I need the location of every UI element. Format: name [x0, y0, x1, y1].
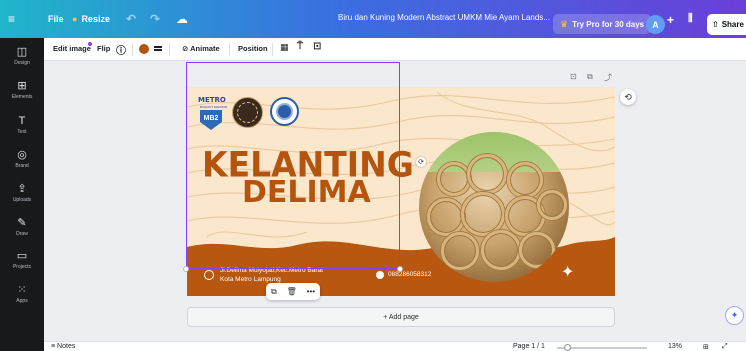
rotate-handle-icon[interactable]: ⟳: [416, 157, 426, 167]
phone-number[interactable]: 088286058312: [388, 271, 431, 278]
add-page-button[interactable]: + Add page: [187, 307, 615, 327]
border-style-icon[interactable]: [154, 46, 162, 52]
page-indicator[interactable]: Page 1 / 1: [513, 343, 545, 350]
flip-button[interactable]: Flip: [97, 44, 110, 53]
sidebar-item-label: Draw: [16, 231, 28, 237]
bar-chart-icon: ⫼: [688, 13, 693, 24]
lock-page-icon[interactable]: ⊡: [570, 72, 577, 81]
share-label: Share: [721, 20, 744, 29]
trash-icon[interactable]: 🗑: [287, 287, 297, 296]
sidebar-item-uploads[interactable]: ⇪ Uploads: [0, 183, 44, 203]
try-pro-button[interactable]: ♛ Try Pro for 30 days: [553, 14, 652, 34]
whatsapp-icon: [376, 271, 384, 279]
sidebar-item-label: Design: [14, 60, 30, 66]
plus-icon: +: [667, 13, 675, 27]
resize-handle[interactable]: [397, 266, 403, 272]
zoom-slider-thumb[interactable]: [564, 344, 571, 351]
crown-icon: ♛: [560, 18, 569, 29]
sidebar-item-label: Projects: [12, 264, 32, 270]
floating-toolbar: ⧉ 🗑 •••: [266, 283, 320, 300]
sidebar-item-draw[interactable]: ✎ Draw: [0, 217, 44, 237]
transparency-icon[interactable]: ▦: [280, 42, 289, 53]
animate-icon: ⊘: [182, 44, 189, 53]
position-button[interactable]: Position: [238, 44, 268, 53]
document-title[interactable]: Biru dan Kuning Modern Abstract UMKM Mie…: [338, 13, 550, 22]
brand-icon: ◎: [17, 149, 27, 161]
sidebar-item-brand[interactable]: ◎ Brand: [0, 149, 44, 169]
lock-icon[interactable]: ⊡: [313, 41, 321, 52]
top-bar: ≡ File ● Resize ↶ ↷ ☁ Biru dan Kuning Mo…: [0, 0, 746, 38]
more-icon[interactable]: •••: [307, 287, 315, 296]
sidebar-item-label: Apps: [16, 298, 28, 304]
notes-button[interactable]: ≡ Notes: [51, 343, 75, 350]
cloud-save-button[interactable]: ☁: [176, 12, 188, 26]
left-sidebar: ◫ Design ⊞ Elements T Text ◎ Brand ⇪ Upl…: [0, 38, 44, 351]
add-page-label: + Add page: [383, 313, 419, 321]
design-icon: ◫: [16, 46, 28, 58]
sidebar-item-elements[interactable]: ⊞ Elements: [0, 80, 44, 100]
sparkle-icon: ✦: [561, 264, 575, 281]
new-badge-dot: [88, 42, 92, 46]
menu-button[interactable]: ≡: [8, 12, 15, 26]
sidebar-item-label: Elements: [11, 94, 33, 100]
undo-button[interactable]: ↶: [126, 12, 136, 26]
divider: [169, 43, 170, 56]
address-line-2[interactable]: Kota Metro Lampung: [220, 276, 281, 283]
text-icon: T: [18, 115, 26, 127]
file-label: File: [48, 14, 64, 24]
file-menu[interactable]: File: [48, 14, 64, 24]
sidebar-item-label: Brand: [15, 163, 29, 169]
sidebar-item-label: Uploads: [12, 197, 32, 203]
divider: [272, 43, 273, 56]
upload-icon: ⇪: [17, 183, 27, 195]
animate-button[interactable]: ⊘ Animate: [182, 44, 220, 53]
context-toolbar: Edit image Flip ⓘ ⊘ Animate Position ▦ ⍑…: [44, 38, 746, 61]
sidebar-item-text[interactable]: T Text: [0, 115, 44, 135]
redo-button[interactable]: ↷: [150, 12, 160, 26]
divider: [132, 43, 133, 56]
avatar[interactable]: A: [646, 15, 665, 34]
refresh-icon[interactable]: ⟲: [620, 89, 636, 105]
cloud-icon: ☁: [176, 12, 188, 26]
sidebar-item-apps[interactable]: ⁙ Apps: [0, 284, 44, 304]
sidebar-item-design[interactable]: ◫ Design: [0, 46, 44, 66]
resize-label: Resize: [81, 14, 110, 24]
pencil-icon: ✎: [17, 217, 27, 229]
magic-assistant-icon[interactable]: ✦: [725, 306, 744, 325]
apps-grid-icon: ⁙: [17, 284, 27, 296]
duplicate-page-icon[interactable]: ⧉: [587, 72, 593, 82]
share-button[interactable]: ⇧ Share: [707, 14, 746, 35]
edit-image-button[interactable]: Edit image: [53, 44, 91, 53]
resize-button[interactable]: ● Resize: [72, 14, 110, 24]
zoom-level[interactable]: 13%: [668, 343, 682, 350]
try-pro-label: Try Pro for 30 days: [572, 19, 645, 29]
selection-box[interactable]: [186, 62, 400, 269]
sidebar-item-projects[interactable]: ▭ Projects: [0, 250, 44, 270]
share-icon: ⇧: [712, 20, 719, 29]
redo-icon: ↷: [150, 12, 161, 26]
folder-icon: ▭: [16, 250, 28, 262]
grid-view-icon[interactable]: ⊞: [703, 343, 709, 351]
sidebar-item-label: Text: [17, 129, 27, 135]
crown-icon: ●: [72, 14, 78, 24]
add-page-icon[interactable]: ⤴: [604, 72, 612, 83]
paint-format-icon[interactable]: ⍑: [297, 41, 303, 52]
divider: [229, 43, 230, 56]
color-swatch[interactable]: [139, 44, 149, 54]
status-bar: ≡ Notes Page 1 / 1 13% ⊞ ⤢: [44, 341, 746, 351]
animate-label: Animate: [190, 44, 220, 53]
notes-icon: ≡: [51, 343, 56, 350]
insights-button[interactable]: ⫼: [688, 13, 693, 24]
product-photo[interactable]: [419, 132, 569, 282]
hamburger-icon: ≡: [8, 12, 16, 26]
info-icon[interactable]: ⓘ: [116, 42, 126, 57]
notes-label: Notes: [57, 343, 76, 350]
copy-icon[interactable]: ⧉: [271, 287, 277, 297]
elements-icon: ⊞: [17, 80, 27, 92]
add-collaborator-button[interactable]: +: [667, 13, 674, 27]
location-pin-icon: [204, 270, 214, 280]
undo-icon: ↶: [126, 12, 137, 26]
resize-handle[interactable]: [183, 266, 189, 272]
fullscreen-icon[interactable]: ⤢: [722, 343, 728, 351]
